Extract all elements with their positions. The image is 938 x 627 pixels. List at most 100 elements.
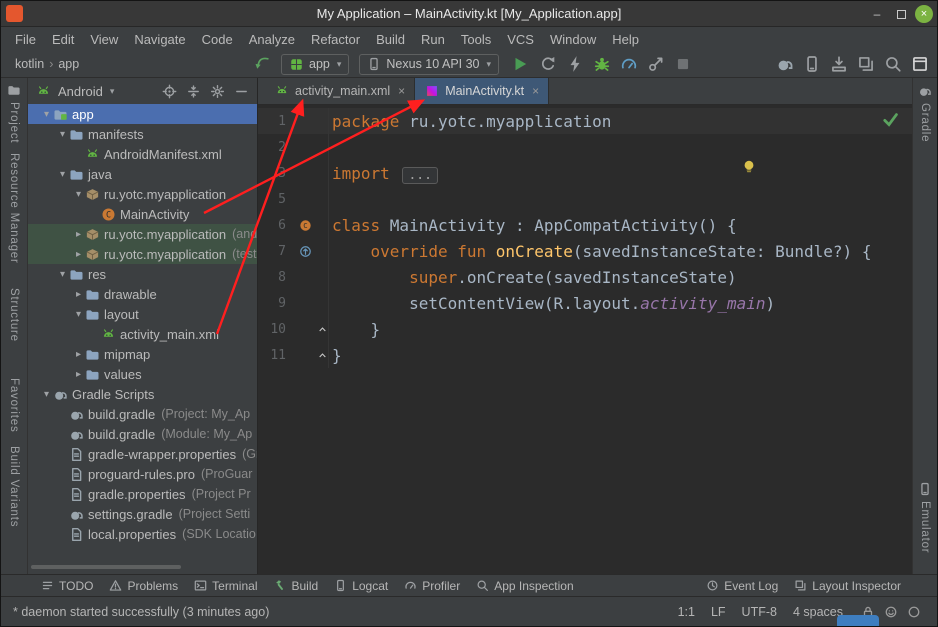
- horizontal-scrollbar[interactable]: [31, 565, 181, 569]
- status-message[interactable]: * daemon started successfully (3 minutes…: [13, 605, 678, 619]
- sdk-manager-icon[interactable]: [830, 55, 848, 73]
- line-number[interactable]: 6: [258, 218, 294, 233]
- code-line-11[interactable]: 11}: [258, 342, 912, 368]
- menu-item-vcs[interactable]: VCS: [499, 30, 542, 49]
- tab-mainactivity-kt[interactable]: MainActivity.kt×: [415, 78, 549, 104]
- tree-chevron-icon[interactable]: ▾: [40, 109, 53, 120]
- tree-item-manifests[interactable]: ▾manifests: [28, 124, 257, 144]
- toolwindow-button-gradle[interactable]: Gradle: [918, 84, 932, 142]
- background-tasks-icon[interactable]: [907, 605, 921, 619]
- inspections-ok-icon[interactable]: [882, 111, 899, 128]
- close-button[interactable]: ×: [915, 5, 933, 23]
- code-line-5[interactable]: 5: [258, 186, 912, 212]
- tree-chevron-icon[interactable]: ▾: [56, 169, 69, 180]
- menu-item-edit[interactable]: Edit: [44, 30, 82, 49]
- run-button[interactable]: [511, 55, 529, 73]
- search-everywhere-icon[interactable]: [884, 55, 902, 73]
- bottom-tab-build[interactable]: Build: [266, 575, 327, 596]
- menu-item-run[interactable]: Run: [413, 30, 453, 49]
- toolwindow-button-structure[interactable]: Structure: [8, 288, 20, 342]
- line-number[interactable]: 7: [258, 244, 294, 259]
- line-number[interactable]: 9: [258, 296, 294, 311]
- profile-icon[interactable]: [620, 55, 638, 73]
- tree-item-ru-yotc-myapplication[interactable]: ▸ru.yotc.myapplication(test: [28, 244, 257, 264]
- tree-item-mipmap[interactable]: ▸mipmap: [28, 344, 257, 364]
- menu-item-build[interactable]: Build: [368, 30, 413, 49]
- line-number[interactable]: 2: [258, 140, 294, 155]
- bottom-tab-app-inspection[interactable]: App Inspection: [468, 575, 581, 596]
- tree-item-values[interactable]: ▸values: [28, 364, 257, 384]
- code-line-9[interactable]: 9 setContentView(R.layout.activity_main): [258, 290, 912, 316]
- code-line-3[interactable]: 3import ...: [258, 160, 912, 186]
- tree-item-drawable[interactable]: ▸drawable: [28, 284, 257, 304]
- menu-item-tools[interactable]: Tools: [453, 30, 499, 49]
- ide-windows-icon[interactable]: [911, 55, 929, 73]
- fold-marker-icon[interactable]: [316, 342, 329, 368]
- code-line-2[interactable]: 2: [258, 134, 912, 160]
- override-gutter-icon[interactable]: [294, 245, 316, 258]
- toolwindow-button-emulator[interactable]: Emulator: [918, 482, 932, 553]
- tree-chevron-icon[interactable]: ▾: [72, 309, 85, 320]
- tree-item-gradle-properties[interactable]: gradle.properties(Project Pr: [28, 484, 257, 504]
- line-number[interactable]: 5: [258, 192, 294, 207]
- bottom-tab-layout-inspector[interactable]: Layout Inspector: [786, 575, 909, 596]
- rerun-icon[interactable]: [539, 55, 557, 73]
- menu-item-refactor[interactable]: Refactor: [303, 30, 368, 49]
- tree-item-proguard-rules-pro[interactable]: proguard-rules.pro(ProGuar: [28, 464, 257, 484]
- code-line-10[interactable]: 10 }: [258, 316, 912, 342]
- line-number[interactable]: 10: [258, 322, 294, 337]
- window-titlebar[interactable]: My Application – MainActivity.kt [My_App…: [1, 1, 937, 27]
- menu-item-analyze[interactable]: Analyze: [241, 30, 303, 49]
- code-line-6[interactable]: 6Cclass MainActivity : AppCompatActivity…: [258, 212, 912, 238]
- maximize-button[interactable]: [891, 4, 911, 24]
- fold-marker-icon[interactable]: [316, 316, 329, 342]
- bottom-tab-event-log[interactable]: Event Log: [698, 575, 786, 596]
- tree-item-ru-yotc-myapplication[interactable]: ▾ru.yotc.myapplication: [28, 184, 257, 204]
- tab-close-icon[interactable]: ×: [398, 84, 405, 98]
- toolwindow-button-resource-manager[interactable]: Resource Manager: [8, 153, 20, 264]
- bottom-tab-logcat[interactable]: Logcat: [326, 575, 396, 596]
- encoding[interactable]: UTF-8: [742, 605, 777, 619]
- minimize-button[interactable]: –: [867, 4, 887, 24]
- menu-item-code[interactable]: Code: [194, 30, 241, 49]
- tree-chevron-icon[interactable]: ▾: [72, 189, 85, 200]
- line-number[interactable]: 11: [258, 348, 294, 363]
- tree-item-ru-yotc-myapplication[interactable]: ▸ru.yotc.myapplication(andr: [28, 224, 257, 244]
- toolwindow-button-build-variants[interactable]: Build Variants: [8, 446, 20, 527]
- indent-setting[interactable]: 4 spaces: [793, 605, 843, 619]
- toolwindow-button-project[interactable]: Project: [7, 83, 21, 143]
- folded-imports-region[interactable]: ...: [402, 167, 437, 184]
- panel-settings-icon[interactable]: [210, 84, 225, 99]
- tab-activity-main-xml[interactable]: activity_main.xml×: [265, 78, 415, 104]
- line-number[interactable]: 3: [258, 166, 294, 181]
- toolwindow-button-favorites[interactable]: Favorites: [8, 378, 20, 433]
- apply-changes-icon[interactable]: [566, 55, 584, 73]
- caret-position[interactable]: 1:1: [678, 605, 695, 619]
- attach-debugger-icon[interactable]: [647, 55, 665, 73]
- tree-chevron-icon[interactable]: ▸: [72, 289, 85, 300]
- bottom-tab-problems[interactable]: Problems: [101, 575, 186, 596]
- code-line-8[interactable]: 8 super.onCreate(savedInstanceState): [258, 264, 912, 290]
- debug-icon[interactable]: [593, 55, 611, 73]
- tree-item-mainactivity[interactable]: CMainActivity: [28, 204, 257, 224]
- line-number[interactable]: 1: [258, 114, 294, 129]
- stop-icon[interactable]: [674, 55, 692, 73]
- tree-chevron-icon[interactable]: ▾: [56, 129, 69, 140]
- tree-item-app[interactable]: ▾app: [28, 104, 257, 124]
- tab-close-icon[interactable]: ×: [532, 84, 539, 98]
- bottom-tab-todo[interactable]: TODO: [33, 575, 101, 596]
- tree-item-java[interactable]: ▾java: [28, 164, 257, 184]
- tree-item-gradle-wrapper-properties[interactable]: gradle-wrapper.properties(Gr: [28, 444, 257, 464]
- tree-chevron-icon[interactable]: ▸: [72, 229, 85, 240]
- tree-item-build-gradle[interactable]: build.gradle(Module: My_Ap: [28, 424, 257, 444]
- collapse-all-icon[interactable]: [186, 84, 201, 99]
- menu-item-window[interactable]: Window: [542, 30, 604, 49]
- tree-item-local-properties[interactable]: local.properties(SDK Locatio: [28, 524, 257, 544]
- menu-item-view[interactable]: View: [82, 30, 126, 49]
- tree-chevron-icon[interactable]: ▾: [56, 269, 69, 280]
- gradle-sync-icon[interactable]: [776, 55, 794, 73]
- menu-item-navigate[interactable]: Navigate: [126, 30, 193, 49]
- breadcrumb-app[interactable]: app: [58, 57, 79, 71]
- code-line-1[interactable]: 1package ru.yotc.myapplication: [258, 108, 912, 134]
- menu-item-help[interactable]: Help: [604, 30, 647, 49]
